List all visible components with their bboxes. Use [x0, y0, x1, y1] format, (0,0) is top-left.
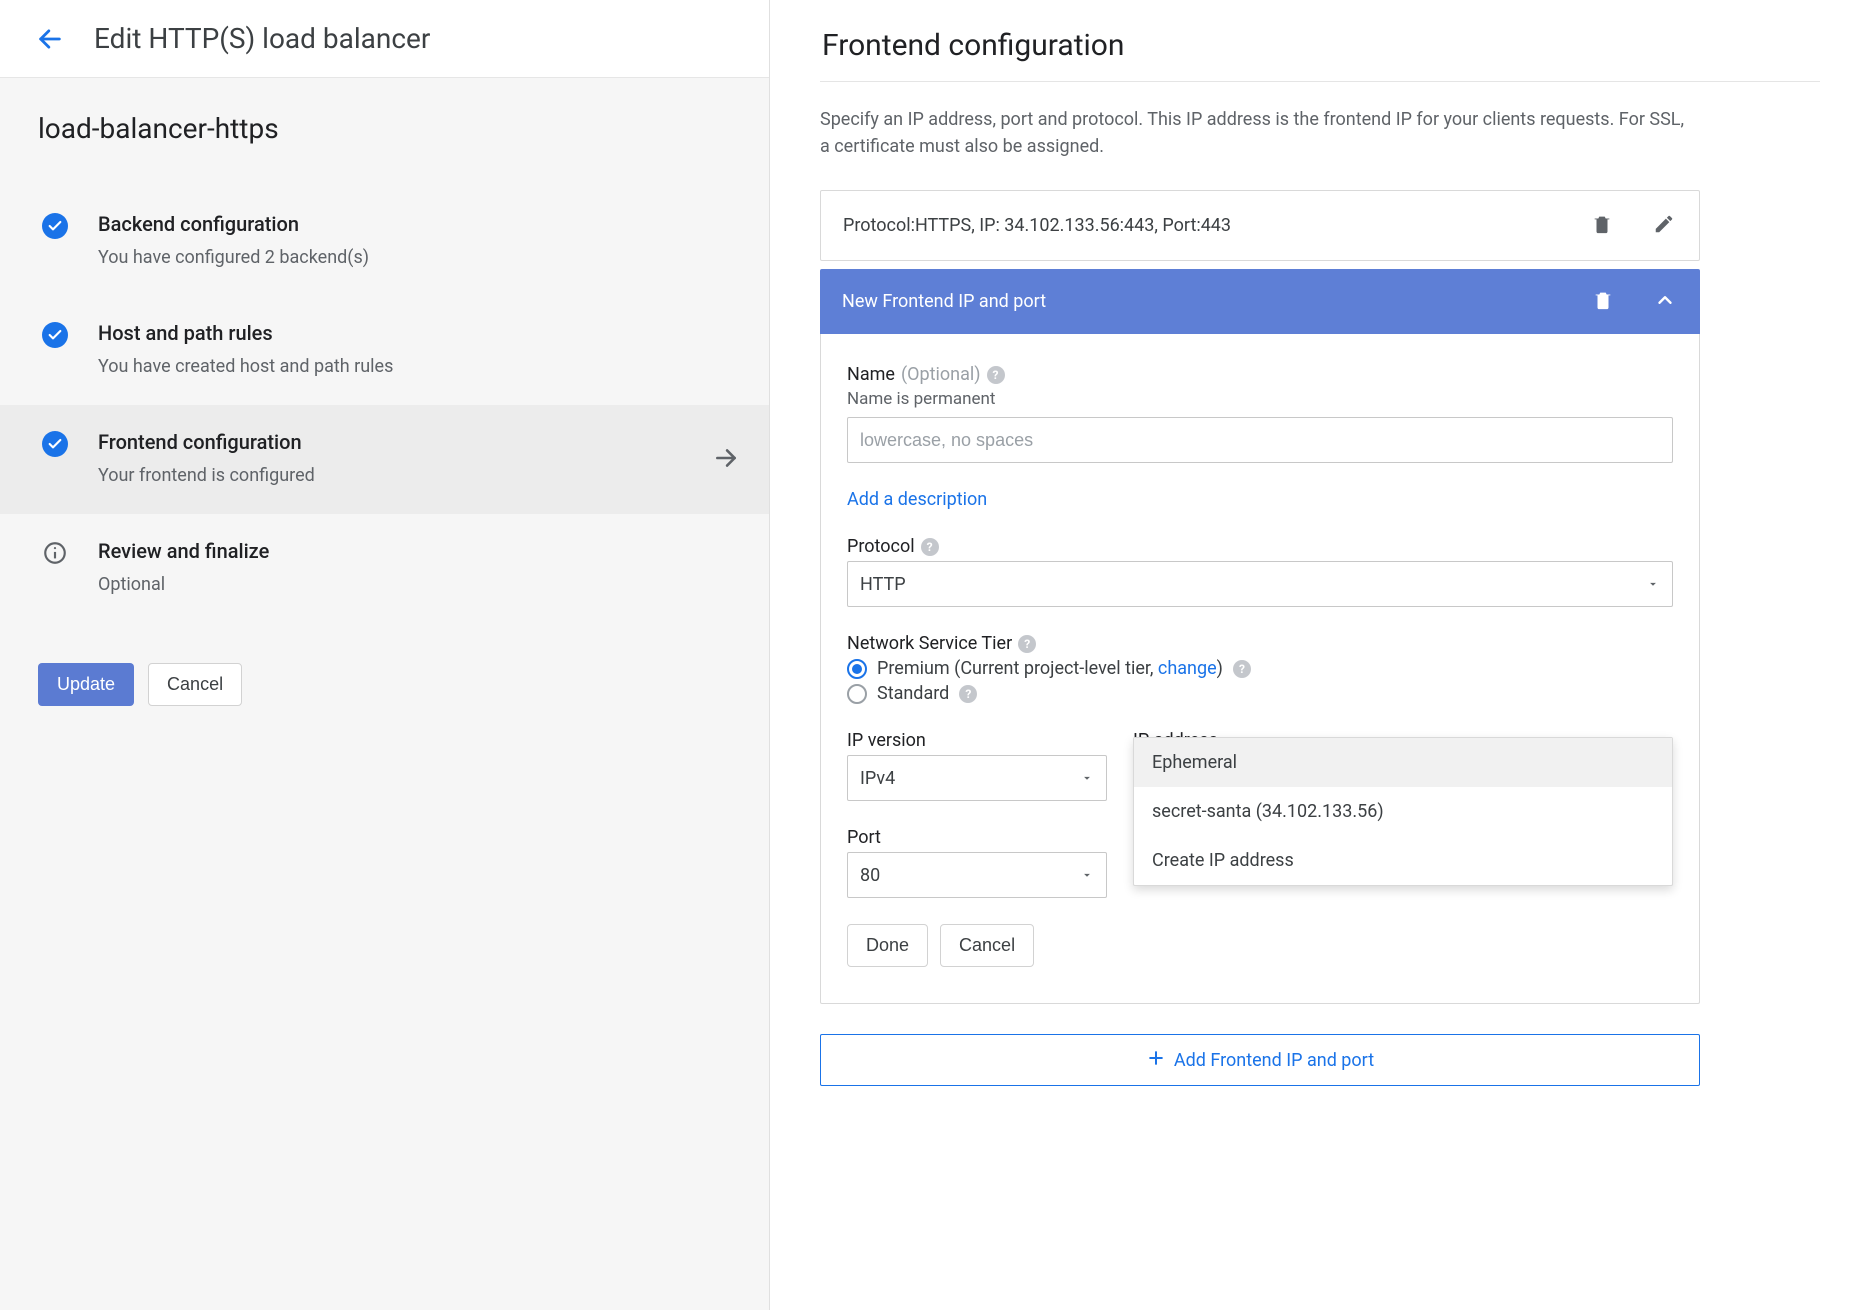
add-frontend-label: Add Frontend IP and port	[1174, 1050, 1374, 1071]
step-subtitle: Your frontend is configured	[98, 465, 315, 486]
panel-description: Specify an IP address, port and protocol…	[820, 106, 1690, 160]
network-tier-label: Network Service Tier ?	[847, 633, 1673, 654]
back-button[interactable]	[34, 23, 66, 55]
update-button[interactable]: Update	[38, 663, 134, 706]
label-text: Name	[847, 364, 895, 385]
ip-version-label: IP version	[847, 730, 1107, 751]
frontend-row[interactable]: Protocol:HTTPS, IP: 34.102.133.56:443, P…	[820, 190, 1700, 261]
select-value: IPv4	[860, 768, 895, 789]
name-input[interactable]	[847, 417, 1673, 463]
label-text: IP version	[847, 730, 926, 751]
info-icon	[42, 540, 70, 570]
protocol-label: Protocol ?	[847, 536, 1673, 557]
expand-header-title: New Frontend IP and port	[842, 291, 1046, 312]
divider	[820, 81, 1820, 82]
optional-text: (Optional)	[901, 364, 981, 385]
step-title: Backend configuration	[98, 211, 369, 237]
cancel-button[interactable]: Cancel	[148, 663, 242, 706]
frontend-row-text: Protocol:HTTPS, IP: 34.102.133.56:443, P…	[843, 215, 1231, 236]
help-icon[interactable]: ?	[987, 366, 1005, 384]
delete-icon[interactable]	[1590, 287, 1616, 316]
change-tier-link[interactable]: change	[1158, 658, 1217, 679]
help-icon[interactable]: ?	[1018, 635, 1036, 653]
check-icon	[42, 431, 68, 457]
port-select[interactable]: 80	[847, 852, 1107, 898]
ip-address-menu: Ephemeral secret-santa (34.102.133.56) C…	[1133, 737, 1673, 886]
name-label: Name (Optional) ?	[847, 364, 1673, 385]
ip-option-named[interactable]: secret-santa (34.102.133.56)	[1134, 787, 1672, 836]
chevron-down-icon	[1646, 577, 1660, 591]
ip-option-create[interactable]: Create IP address	[1134, 836, 1672, 885]
step-host-path[interactable]: Host and path rules You have created hos…	[0, 296, 769, 405]
radio-label: Standard	[877, 683, 949, 704]
step-subtitle: Optional	[98, 574, 269, 595]
label-text: Protocol	[847, 536, 915, 557]
protocol-select[interactable]: HTTP	[847, 561, 1673, 607]
chevron-down-icon	[1080, 868, 1094, 882]
ip-option-ephemeral[interactable]: Ephemeral	[1134, 738, 1672, 787]
step-subtitle: You have configured 2 backend(s)	[98, 247, 369, 268]
frontend-form: Name (Optional) ? Name is permanent Add …	[820, 334, 1700, 1004]
help-icon[interactable]: ?	[959, 685, 977, 703]
delete-icon[interactable]	[1589, 211, 1615, 240]
step-backend[interactable]: Backend configuration You have configure…	[0, 187, 769, 296]
step-subtitle: You have created host and path rules	[98, 356, 393, 377]
step-review[interactable]: Review and finalize Optional	[0, 514, 769, 623]
step-title: Review and finalize	[98, 538, 269, 564]
select-value: HTTP	[860, 574, 906, 595]
chevron-down-icon	[1080, 771, 1094, 785]
add-frontend-button[interactable]: Add Frontend IP and port	[820, 1034, 1700, 1086]
load-balancer-name: load-balancer-https	[0, 78, 769, 167]
radio-icon	[847, 684, 867, 704]
add-description-link[interactable]: Add a description	[847, 489, 987, 510]
edit-icon[interactable]	[1651, 211, 1677, 240]
arrow-right-icon	[713, 445, 739, 475]
collapse-icon[interactable]	[1652, 287, 1678, 316]
tier-premium-radio[interactable]: Premium (Current project-level tier, cha…	[847, 658, 1673, 679]
step-title: Host and path rules	[98, 320, 393, 346]
plus-icon	[1146, 1048, 1166, 1073]
done-button[interactable]: Done	[847, 924, 928, 967]
help-icon[interactable]: ?	[1233, 660, 1251, 678]
cancel-form-button[interactable]: Cancel	[940, 924, 1034, 967]
radio-label: Premium (Current project-level tier,	[877, 658, 1158, 679]
help-icon[interactable]: ?	[921, 538, 939, 556]
check-icon	[42, 213, 68, 239]
label-text: Network Service Tier	[847, 633, 1012, 654]
name-hint: Name is permanent	[847, 389, 1673, 409]
radio-icon	[847, 659, 867, 679]
port-label: Port	[847, 827, 1107, 848]
step-title: Frontend configuration	[98, 429, 315, 455]
panel-title: Frontend configuration	[822, 28, 1820, 63]
select-value: 80	[860, 865, 880, 886]
radio-label-tail: )	[1217, 658, 1223, 679]
new-frontend-header[interactable]: New Frontend IP and port	[820, 269, 1700, 334]
ip-version-select[interactable]: IPv4	[847, 755, 1107, 801]
check-icon	[42, 322, 68, 348]
tier-standard-radio[interactable]: Standard ?	[847, 683, 1673, 704]
label-text: Port	[847, 827, 881, 848]
step-frontend[interactable]: Frontend configuration Your frontend is …	[0, 405, 769, 514]
page-title: Edit HTTP(S) load balancer	[94, 22, 430, 55]
